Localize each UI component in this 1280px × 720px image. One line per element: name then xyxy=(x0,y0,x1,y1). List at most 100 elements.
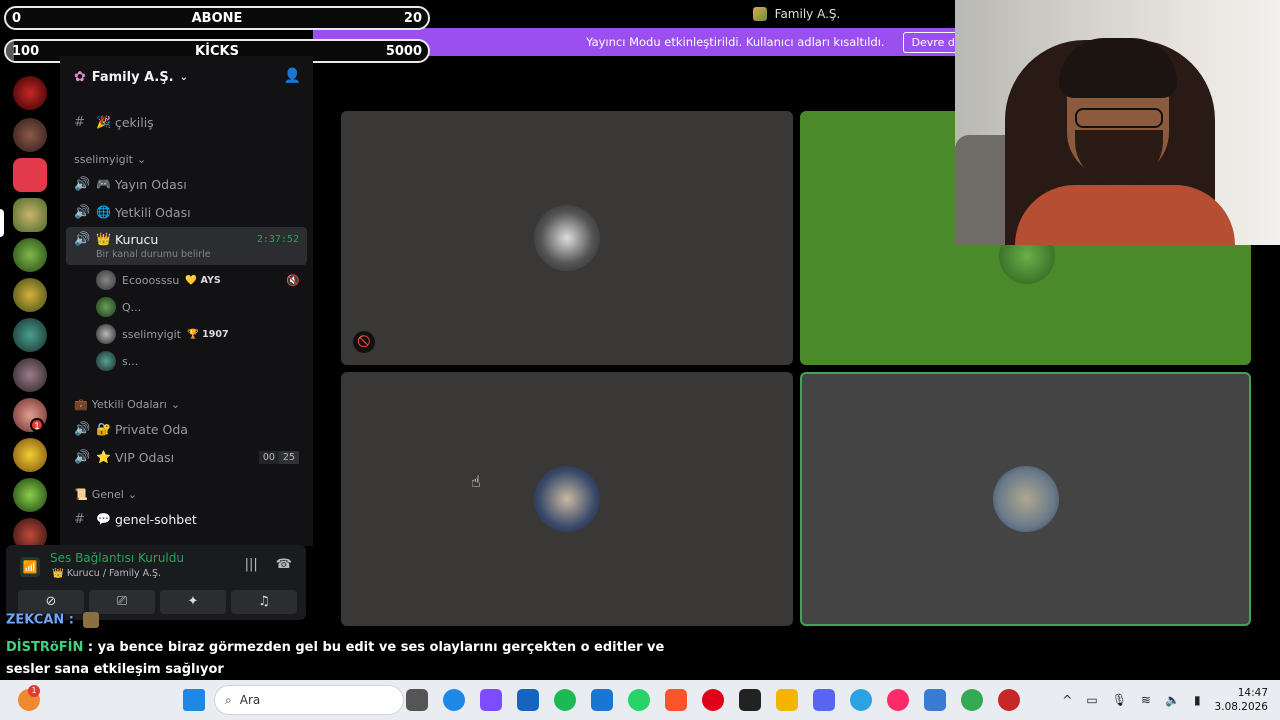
signal-icon[interactable]: 📶 xyxy=(20,557,40,577)
spotify-icon[interactable] xyxy=(554,689,576,711)
channel-label: Yayın Odası xyxy=(114,176,187,192)
channel-genel-sohbet[interactable]: # 💬 genel-sohbet xyxy=(66,506,307,532)
chat-username: DİSTRöFİN xyxy=(6,640,84,655)
copilot-icon[interactable] xyxy=(480,689,502,711)
noise-suppression-icon[interactable]: ||| xyxy=(245,557,258,572)
wifi-icon[interactable]: ≋ xyxy=(1141,693,1151,707)
party-emoji: 🎉 xyxy=(96,115,111,129)
channel-status[interactable]: Bir kanal durumu belirle xyxy=(96,249,211,260)
lock-emoji: 🔐 xyxy=(96,422,111,436)
voice-location: 👑 Kurucu / Family A.Ş. xyxy=(52,568,162,579)
category-label: Yetkili Odaları xyxy=(91,398,167,411)
game-icon[interactable] xyxy=(739,689,761,711)
server-icon[interactable] xyxy=(13,238,47,272)
app-icon[interactable] xyxy=(998,689,1020,711)
video-tile[interactable]: ☝ xyxy=(341,372,793,626)
category-yetkili-odalari[interactable]: 💼 Yetkili Odaları ⌄ xyxy=(74,398,180,411)
video-tile[interactable]: 🚫 xyxy=(341,111,793,365)
app-icon[interactable] xyxy=(924,689,946,711)
soundboard-button[interactable]: ♫ xyxy=(231,590,297,614)
user-tag: 💛 AYS xyxy=(185,274,221,286)
disconnect-icon[interactable]: ☎ xyxy=(276,557,292,572)
folder-icon[interactable] xyxy=(776,689,798,711)
server-icon[interactable] xyxy=(13,76,47,110)
chevron-up-icon[interactable]: ^ xyxy=(1062,693,1072,707)
server-icon[interactable] xyxy=(13,358,47,392)
server-header[interactable]: ✿ Family A.Ş. ⌄ 👤 xyxy=(60,56,313,98)
video-tile-speaking[interactable] xyxy=(800,372,1251,626)
whatsapp-icon[interactable] xyxy=(628,689,650,711)
category-label: sselimyigit xyxy=(74,153,133,166)
category-sselimyigit[interactable]: sselimyigit ⌄ xyxy=(74,153,146,166)
abone-label: ABONE xyxy=(191,10,243,26)
server-icon[interactable] xyxy=(13,158,47,192)
opera-gx-icon[interactable] xyxy=(887,689,909,711)
category-genel[interactable]: 📜 Genel ⌄ xyxy=(74,488,137,501)
screen-share-button[interactable]: ⎚ xyxy=(89,590,155,614)
user-limit: 25 xyxy=(278,450,299,464)
voice-connection-panel: 📶 Ses Bağlantısı Kuruldu 👑 Kurucu / Fami… xyxy=(6,545,306,620)
channel-label: çekiliş xyxy=(114,114,154,130)
server-icon[interactable] xyxy=(13,478,47,512)
channel-sidebar: ✿ Family A.Ş. ⌄ 👤 # 🎉 çekiliş sselimyigi… xyxy=(60,56,313,546)
battery-icon[interactable]: ▮ xyxy=(1194,693,1201,707)
scroll-emoji: 📜 xyxy=(74,488,88,501)
taskbar-search[interactable]: ⌕ Ara xyxy=(214,685,404,715)
windows-taskbar: 1 ⌕ Ara ^ ▭ 🎙 ≋ 🔈 ▮ 14:47 3.08.2026 xyxy=(0,680,1280,720)
telegram-icon[interactable] xyxy=(850,689,872,711)
windows-start-icon[interactable] xyxy=(183,689,205,711)
chrome-icon[interactable] xyxy=(961,689,983,711)
webcam-overlay xyxy=(955,0,1280,245)
channel-cekilis[interactable]: # 🎉 çekiliş xyxy=(66,109,307,135)
voice-status[interactable]: Ses Bağlantısı Kuruldu xyxy=(50,551,184,565)
user-tag-text: 1907 xyxy=(202,328,229,340)
channel-label: Yetkili Odası xyxy=(114,204,191,220)
chat-message: sesler sana etkileşim sağlıyor xyxy=(6,662,224,677)
channel-kurucu[interactable]: 🔊 👑 Kurucu 2:37:52 Bir kanal durumu beli… xyxy=(66,227,307,265)
server-icon[interactable] xyxy=(13,438,47,472)
muted-icon: 🚫 xyxy=(353,331,375,353)
participant-avatar xyxy=(992,466,1059,532)
user-limit-counter: 00 25 xyxy=(258,450,299,464)
voice-user[interactable]: s... xyxy=(96,351,138,371)
window-title: Family A.Ş. xyxy=(774,7,841,21)
server-icon[interactable] xyxy=(13,278,47,312)
channel-private-oda[interactable]: 🔊 🔐 Private Oda xyxy=(66,416,307,442)
chat-username: ZEKCAN : xyxy=(6,612,75,628)
chevron-down-icon: ⌄ xyxy=(127,488,138,501)
notepad-icon[interactable] xyxy=(591,689,613,711)
chevron-down-icon: ⌄ xyxy=(136,153,147,166)
channel-yetkili-odasi[interactable]: 🔊 🌐 Yetkili Odası xyxy=(66,199,307,225)
discord-icon[interactable] xyxy=(813,689,835,711)
call-timer: 2:37:52 xyxy=(256,234,299,245)
voice-user[interactable]: sselimyigit 🏆 1907 xyxy=(96,324,229,344)
server-icon[interactable] xyxy=(13,198,47,232)
activities-button[interactable]: ✦ xyxy=(160,590,226,614)
kicks-max: 5000 xyxy=(385,43,422,59)
opera-icon[interactable] xyxy=(702,689,724,711)
edge-icon[interactable] xyxy=(443,689,465,711)
volume-icon[interactable]: 🔈 xyxy=(1165,693,1180,707)
user-name: sselimyigit xyxy=(122,327,181,341)
camera-off-button[interactable]: ⊘ xyxy=(18,590,84,614)
chat-line: sesler sana etkileşim sağlıyor xyxy=(6,662,224,677)
channel-label: VIP Odası xyxy=(114,449,175,465)
clock[interactable]: 14:47 3.08.2026 xyxy=(1215,686,1268,714)
microphone-icon[interactable]: 🎙 xyxy=(1112,693,1127,707)
chevron-down-icon: ⌄ xyxy=(170,398,181,411)
brave-icon[interactable] xyxy=(665,689,687,711)
speech-emoji: 💬 xyxy=(96,512,111,526)
server-icon[interactable] xyxy=(13,318,47,352)
speaker-icon: 🔊 xyxy=(74,421,91,437)
battery-icon[interactable]: ▭ xyxy=(1086,693,1097,707)
task-view-icon[interactable] xyxy=(406,689,428,711)
channel-yayin-odasi[interactable]: 🔊 🎮 Yayın Odası xyxy=(66,171,307,197)
app-icon[interactable] xyxy=(517,689,539,711)
date: 3.08.2026 xyxy=(1214,701,1268,713)
flower-icon: ✿ xyxy=(74,69,86,85)
invite-people-icon[interactable]: 👤 xyxy=(284,68,301,84)
voice-user[interactable]: Ecooosssu 💛 AYS xyxy=(96,270,221,290)
channel-vip-odasi[interactable]: 🔊 ⭐ VIP Odası 00 25 xyxy=(66,444,307,470)
voice-user[interactable]: Q... xyxy=(96,297,141,317)
server-icon[interactable] xyxy=(13,118,47,152)
